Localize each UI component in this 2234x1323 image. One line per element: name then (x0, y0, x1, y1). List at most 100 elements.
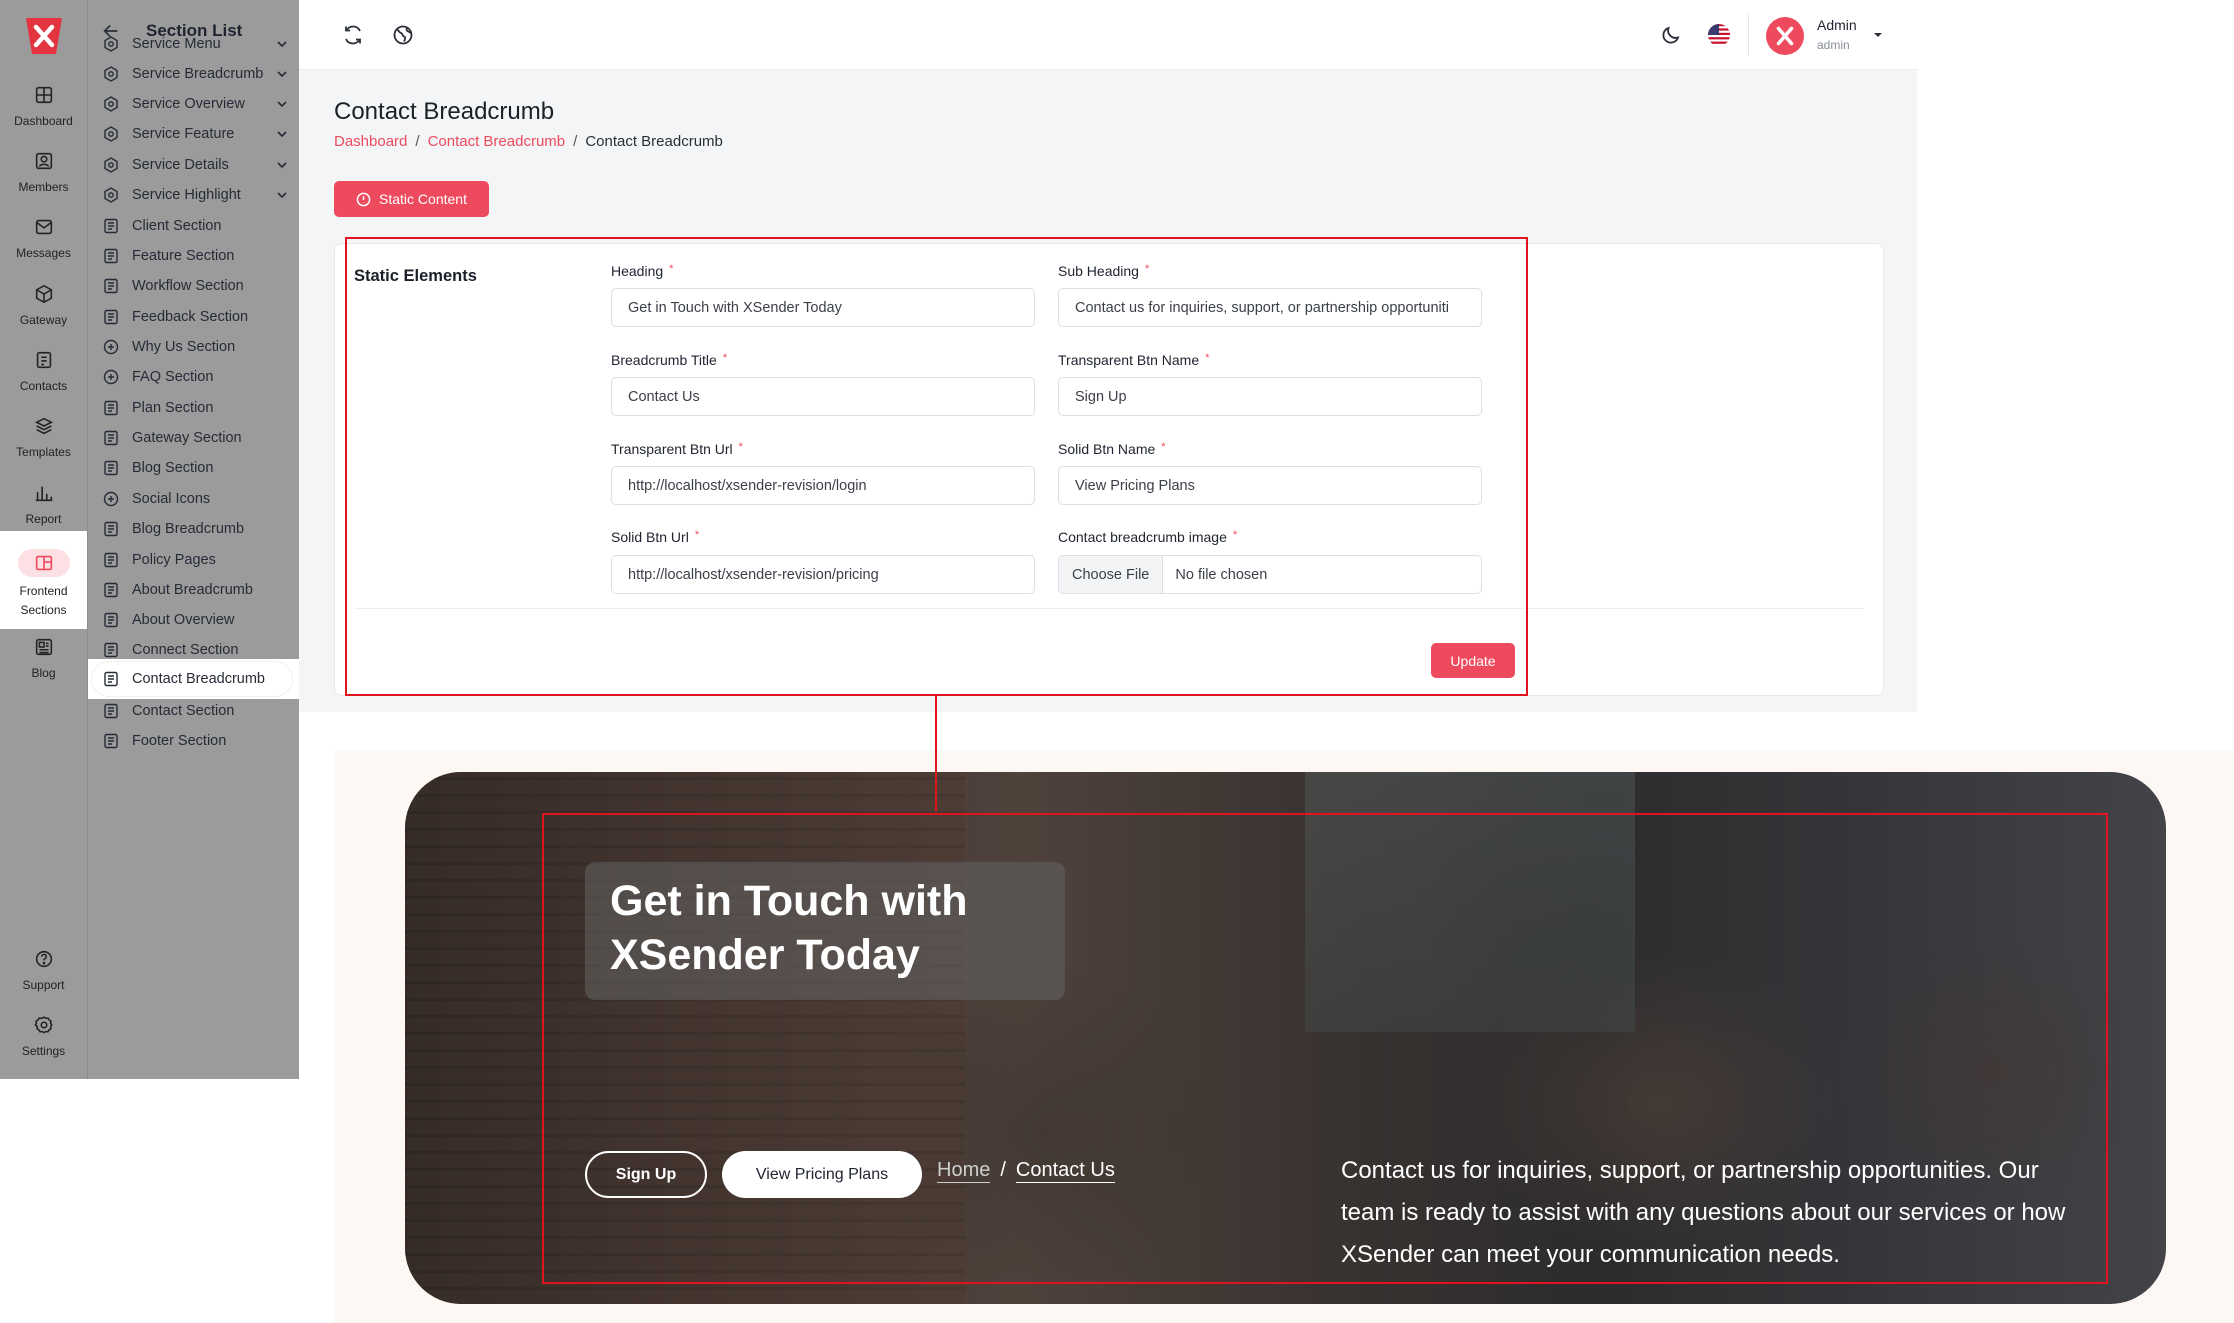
section-list-panel: Section List Service Menu Service Breadcr… (87, 0, 299, 1079)
dashboard-icon (35, 86, 52, 104)
hex-icon (104, 187, 118, 203)
globe-icon[interactable] (391, 23, 415, 47)
rail-item-templates[interactable]: Templates (0, 415, 87, 475)
section-item-label: About Overview (132, 612, 235, 628)
moon-icon[interactable] (1659, 23, 1683, 47)
hex-icon (104, 36, 118, 52)
user-icon (104, 309, 118, 325)
us-flag-icon[interactable] (1707, 23, 1731, 47)
section-item-label: Plan Section (132, 400, 214, 416)
static-content-button[interactable]: Static Content (334, 181, 489, 217)
section-item-label: Service Overview (132, 96, 245, 112)
contacts-icon (36, 351, 51, 369)
breadcrumb-link-dashboard[interactable]: Dashboard (334, 133, 407, 150)
section-item-label: Workflow Section (132, 278, 244, 294)
avatar[interactable] (1766, 17, 1804, 55)
hex-icon (104, 96, 118, 112)
breadcrumb-link-contact-breadcrumb[interactable]: Contact Breadcrumb (428, 133, 566, 150)
section-item-label: Service Feature (132, 126, 235, 142)
section-item-label: Connect Section (132, 642, 239, 658)
topbar-divider (1748, 14, 1749, 56)
rail-label: Contacts (19, 379, 68, 393)
breadcrumb-separator: / (573, 133, 578, 150)
doc-icon (104, 582, 118, 598)
chevron-down-icon[interactable] (276, 189, 288, 201)
footer-icon (104, 733, 118, 749)
chevron-down-icon[interactable] (276, 128, 288, 140)
top-bar: Admin admin (299, 0, 1917, 70)
rail-item-frontend-sections[interactable]: Frontend Sections (0, 531, 87, 629)
chevron-down-icon[interactable] (276, 98, 288, 110)
annotation-connector (935, 696, 937, 811)
rail-item-members[interactable]: Members (0, 150, 87, 210)
rail-item-contacts[interactable]: Contacts (0, 349, 87, 409)
rail-label: Gateway (19, 313, 68, 327)
rail-label: Messages (16, 246, 71, 260)
page-title: Contact Breadcrumb (334, 98, 555, 125)
user-name: Admin (1817, 17, 1857, 33)
frontend-sections-icon (17, 549, 70, 577)
question-icon (103, 369, 119, 385)
rail-label: Members (18, 180, 69, 194)
rail-item-settings[interactable]: Settings (0, 1014, 87, 1074)
rail-item-gateway[interactable]: Gateway (0, 283, 87, 343)
users-icon (104, 218, 118, 234)
caret-down-icon[interactable] (1872, 29, 1884, 41)
breadcrumb: Dashboard / Contact Breadcrumb / Contact… (334, 133, 723, 150)
section-item-label: Why Us Section (132, 339, 236, 355)
settings-icon (33, 1016, 53, 1034)
section-item-label: About Breadcrumb (132, 582, 253, 598)
blog-icon (104, 460, 118, 476)
section-item-label: Blog Breadcrumb (132, 521, 245, 537)
chevron-down-icon[interactable] (276, 38, 288, 50)
members-icon (35, 152, 52, 170)
gateway-icon (104, 430, 118, 446)
rail-item-dashboard[interactable]: Dashboard (0, 84, 87, 144)
static-content-label: Static Content (379, 191, 467, 207)
doc-icon (104, 612, 118, 628)
shield-icon (104, 552, 118, 568)
section-item-label: Footer Section (132, 733, 227, 749)
rail-label: Dashboard (14, 114, 73, 128)
chevron-down-icon[interactable] (276, 159, 288, 171)
section-item-label: Contact Breadcrumb (132, 671, 265, 687)
rail-label: Report (25, 512, 62, 526)
annotation-box-preview (542, 813, 2108, 1284)
section-item-label: Feedback Section (132, 309, 249, 325)
info-circle-icon (356, 192, 371, 206)
refresh-icon[interactable] (341, 23, 365, 47)
section-item-label: Blog Section (132, 460, 214, 476)
rail-item-blog[interactable]: Blog (0, 636, 87, 696)
section-item-label: FAQ Section (132, 369, 214, 385)
icon-rail: Dashboard Members Messages Gateway Conta… (0, 0, 87, 1079)
workflow-icon (104, 278, 118, 294)
section-item-footer-section[interactable]: Footer Section (88, 721, 299, 761)
gateway-icon (35, 284, 52, 304)
breadcrumb-current: Contact Breadcrumb (585, 133, 723, 150)
rail-item-messages[interactable]: Messages (0, 216, 87, 276)
doc-icon (104, 703, 118, 719)
support-icon (35, 950, 52, 968)
section-item-label: Service Breadcrumb (132, 66, 264, 82)
hex-icon (104, 126, 118, 142)
messages-icon (35, 219, 52, 235)
section-item-label: Social Icons (132, 491, 211, 507)
rail-label: Templates (16, 445, 71, 459)
user-role: admin (1817, 38, 1850, 52)
templates-icon (34, 417, 53, 435)
breadcrumb-separator: / (415, 133, 420, 150)
rail-label: Blog (31, 666, 56, 680)
rail-item-support[interactable]: Support (0, 948, 87, 1008)
section-item-label: Service Highlight (132, 187, 241, 203)
section-item-label: Policy Pages (132, 552, 216, 568)
report-icon (35, 486, 52, 502)
hex-icon (104, 66, 118, 82)
xsender-logo-icon[interactable] (22, 14, 66, 58)
section-item-label: Service Menu (132, 36, 221, 52)
section-item-label: Feature Section (132, 248, 235, 264)
chevron-down-icon[interactable] (276, 68, 288, 80)
section-item-label: Client Section (132, 218, 222, 234)
rail-label: Support (22, 978, 65, 992)
sparkle-icon (104, 248, 118, 264)
blog-icon (35, 638, 52, 656)
